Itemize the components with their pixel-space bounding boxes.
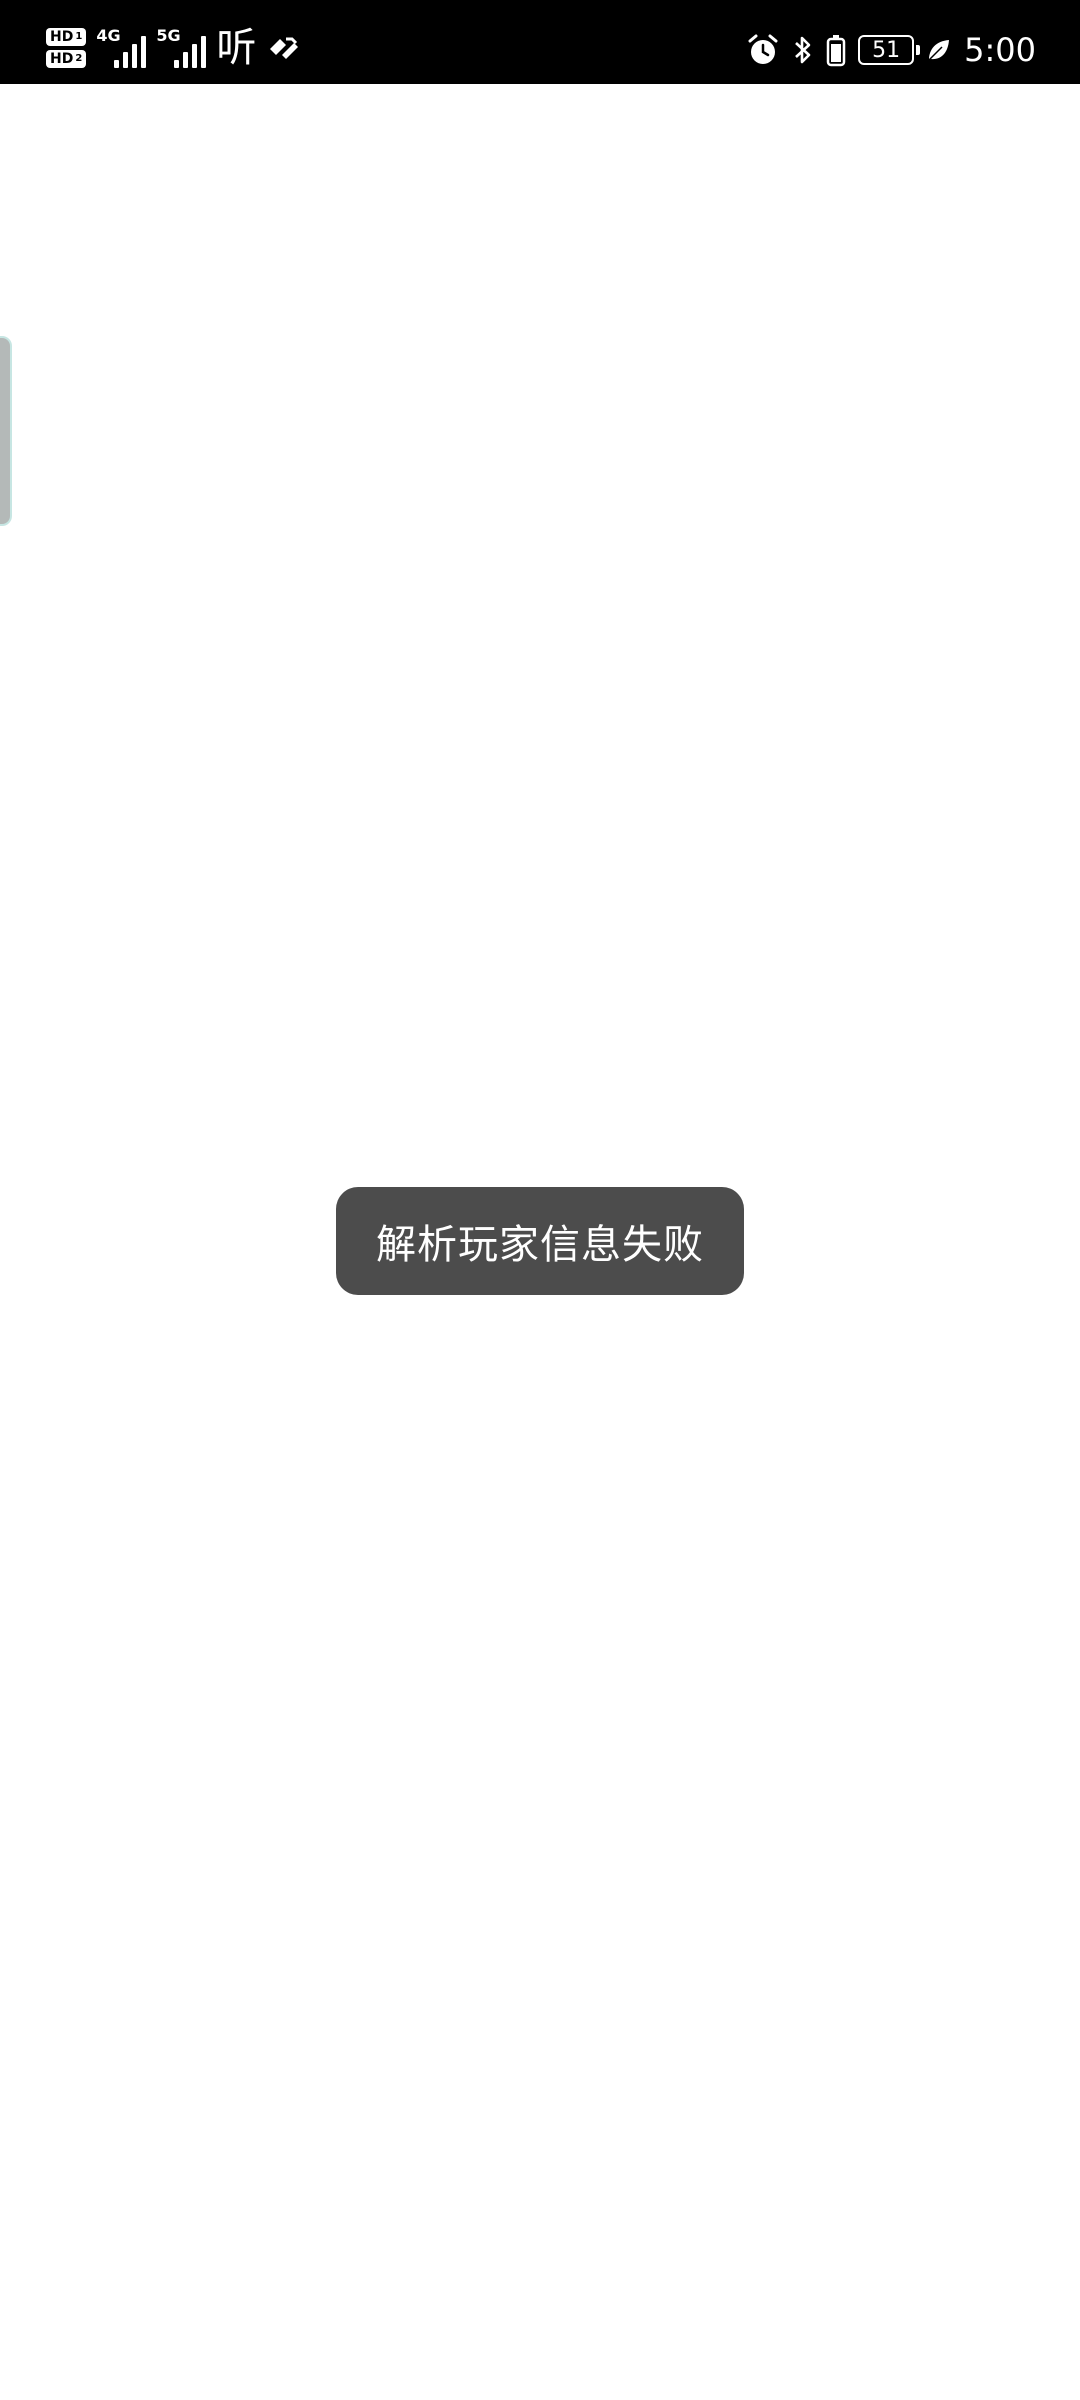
signal-bar <box>114 60 120 68</box>
battery-percent: 51 <box>872 37 901 63</box>
alarm-icon <box>748 34 778 64</box>
status-bar-right: 51 5:00 <box>746 26 1036 74</box>
signal-bar <box>123 52 129 68</box>
battery-saver-icon <box>826 35 846 67</box>
battery-icon: 51 <box>858 35 921 65</box>
error-toast: 解析玩家信息失败 <box>336 1187 744 1295</box>
hd-sim1-index: 1 <box>75 31 83 42</box>
signal-bar <box>183 52 189 68</box>
network-4g-label: 4G <box>96 26 121 45</box>
hd-sim2-index: 2 <box>75 53 83 64</box>
side-edge-handle[interactable] <box>0 336 12 526</box>
signal-4g: 4G <box>96 26 147 68</box>
hd-sim2-badge: HD 2 <box>46 50 87 68</box>
status-bar: HD 1 HD 2 4G 5G 听 51 5:00 <box>0 0 1080 84</box>
network-5g-label: 5G <box>156 26 181 45</box>
signal-bar <box>192 44 198 68</box>
hd-indicators: HD 1 HD 2 <box>46 28 87 68</box>
toast-message: 解析玩家信息失败 <box>376 1222 704 1268</box>
clock-time: 5:00 <box>964 31 1036 69</box>
hd-sim1-label: HD <box>50 29 74 45</box>
signal-bar <box>141 36 147 68</box>
signal-bar <box>132 44 138 68</box>
hd-sim1-badge: HD 1 <box>46 28 87 46</box>
leaf-icon <box>928 40 950 61</box>
bluetooth-icon <box>795 36 811 64</box>
signal-bar <box>201 36 207 68</box>
signal-5g: 5G <box>156 26 207 68</box>
app-notification-icon: 听 <box>216 25 257 71</box>
hd-sim2-label: HD <box>50 51 74 67</box>
status-bar-left: HD 1 HD 2 4G 5G 听 <box>46 24 302 72</box>
vpn-icon <box>270 37 299 59</box>
signal-bar <box>174 60 180 68</box>
